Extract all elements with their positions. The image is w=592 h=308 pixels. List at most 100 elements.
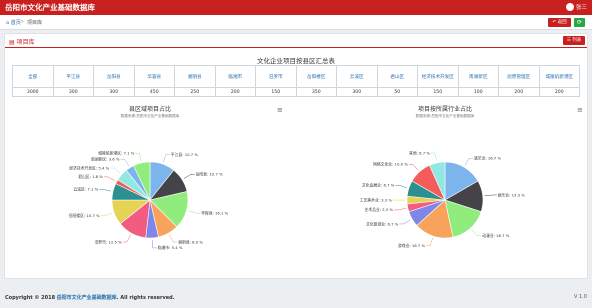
footer: Copyright © 2018 岳阳市文化产业基础数据库. All right…: [5, 294, 175, 301]
stats-value-cell: 250: [174, 87, 216, 97]
stats-value-cell: 200: [538, 87, 580, 97]
stats-value-cell: 300: [93, 87, 135, 97]
stats-header-cell[interactable]: 君山区: [376, 65, 418, 88]
pie-connector: [408, 164, 419, 171]
pie-data-label: 湘阴县: 8.9 %: [178, 239, 203, 244]
county-pie-chart: 县区域项目占比 数据来源:岳阳市文化产业基础数据库 ≡ 平江县: 10.7 % 岳…: [15, 102, 285, 272]
pie-connector: [188, 210, 201, 214]
pie-svg: 演艺业: 16.7 % 娱乐业: 13.3 % 动漫业: 16.7 % 游戏业: 16…: [360, 150, 526, 248]
chart-subtitle: 数据来源:岳阳市文化产业基础数据库: [120, 114, 180, 118]
pie-data-label: 岳阳县: 10.7 %: [196, 172, 224, 177]
pie-data-label: 文化旅游业: 6.7 %: [366, 221, 399, 226]
stats-table: 全部 平江县 岳阳县 华容县 湘阴县 临湘市 汨罗市 岳阳楼区 云溪区 君山区 经济技术开发区 南湖新…: [12, 65, 580, 97]
pie-connector: [394, 208, 406, 211]
project-panel: ▤ 项目库 ☰ 列表 文化企业项目按县区汇总表 全部 平江县 岳阳县 华容县 湘阴县 临湘…: [4, 33, 588, 279]
pie-data-label: 工艺美术业: 3.3 %: [360, 197, 393, 202]
breadcrumb-separator: >: [20, 19, 25, 25]
user-avatar-icon[interactable]: [566, 3, 574, 11]
stats-header-cell[interactable]: 全部: [12, 65, 54, 88]
refresh-button[interactable]: ⟳: [574, 18, 585, 27]
breadcrumb: ⌂ 首页 > 项目库 ↶ 返回 ⟳: [0, 15, 592, 30]
breadcrumb-home-link[interactable]: ⌂ 首页: [6, 19, 21, 26]
footer-link[interactable]: 岳阳市文化产业基础数据库: [57, 295, 117, 301]
version-label: V 1.0: [574, 294, 587, 300]
pie-connector: [183, 174, 195, 179]
chart-title: 县区域项目占比: [128, 106, 171, 113]
pie-connector: [399, 219, 411, 225]
stats-header-cell[interactable]: 屈原管理区: [498, 65, 540, 88]
pie-connector: [426, 237, 433, 246]
pie-connector: [395, 185, 408, 188]
stats-header-cell[interactable]: 南湖新区: [457, 65, 499, 88]
refresh-icon[interactable]: ⟳: [577, 19, 582, 26]
pie-data-label: 动漫业: 16.7 %: [482, 233, 510, 238]
stats-value-cell: 200: [498, 87, 540, 97]
chart-menu-icon[interactable]: ≡: [577, 106, 583, 114]
back-button[interactable]: ↶ 返回: [548, 18, 571, 27]
stats-header-cell[interactable]: 岳阳楼区: [295, 65, 337, 88]
panel-title-text: 项目库: [16, 39, 35, 46]
pie-connector: [122, 234, 131, 243]
pie-data-label: 经济技术开发区: 5.4 %: [69, 165, 109, 170]
pie-connector: [100, 212, 113, 217]
pie-data-label: 岳阳楼区: 10.7 %: [69, 213, 100, 218]
stats-header-cell[interactable]: 汨罗市: [255, 65, 297, 88]
stats-value-cell: 100: [457, 87, 499, 97]
stats-header-cell[interactable]: 湘阴县: [174, 65, 216, 88]
user-name[interactable]: 张三: [576, 3, 587, 11]
stats-header-cell[interactable]: 经济技术开发区: [417, 65, 459, 88]
stats-value-cell: 50: [376, 87, 418, 97]
stats-values-row: 3000 300 300 450 250 200 150 350 300 50 150 100 200 2…: [12, 87, 580, 97]
pie-data-label: 南湖新区: 3.6 %: [91, 157, 120, 162]
pie-connector: [120, 159, 129, 167]
pie-svg: 平江县: 10.7 % 岳阳县: 10.7 % 华容县: 16.1 % 湘阴县: 8.…: [69, 150, 229, 250]
stats-value-cell: 3000: [12, 87, 54, 97]
pie-data-label: 演艺业: 16.7 %: [474, 156, 502, 161]
pie-connector: [464, 158, 474, 166]
pie-data-label: 城陵矶新港区: 7.1 %: [98, 150, 135, 155]
pie-data-label: 君山区: 1.8 %: [78, 174, 103, 179]
panel-title: ▤ 项目库: [9, 39, 35, 46]
pie-data-label: 临湘市: 5.4 %: [158, 245, 183, 250]
app-title: 岳阳市文化产业基础数据库: [5, 3, 95, 12]
chart-menu-icon[interactable]: ≡: [277, 106, 283, 114]
panel-header: ▤ 项目库 ☰ 列表: [5, 34, 587, 48]
footer-prefix: Copyright © 2018: [5, 295, 56, 301]
pie-connector: [471, 229, 482, 236]
stats-value-cell: 150: [255, 87, 297, 97]
pie-data-label: 其他: 6.7 %: [409, 150, 430, 155]
stats-table-title: 文化企业项目按县区汇总表: [257, 57, 335, 65]
pie-data-label: 文化会展业: 6.7 %: [362, 183, 395, 188]
pie-connector: [110, 167, 121, 174]
pie-data-label: 网络文化业: 10.0 %: [373, 162, 408, 167]
stats-header-cell[interactable]: 华容县: [133, 65, 175, 88]
back-button-label[interactable]: 返回: [558, 20, 567, 25]
pie-data-label: 汨罗市: 12.5 %: [95, 239, 123, 244]
stats-value-cell: 150: [417, 87, 459, 97]
breadcrumb-current: 项目库: [27, 20, 43, 26]
stats-header-cell[interactable]: 临湘市: [214, 65, 256, 88]
industry-pie-chart: 项目按所属行业占比 数据来源:岳阳市文化产业基础数据库 ≡ 演艺业: 16.7 …: [305, 102, 585, 272]
pie-connector: [169, 234, 178, 243]
stats-value-cell: 450: [133, 87, 175, 97]
pie-data-label: 华容县: 16.1 %: [201, 211, 229, 216]
stats-header-cell[interactable]: 云溪区: [336, 65, 378, 88]
pie-connector: [152, 239, 157, 249]
pie-connector: [99, 189, 112, 192]
pie-connector: [103, 176, 116, 181]
pie-connector: [430, 152, 437, 161]
stats-value-cell: 300: [52, 87, 94, 97]
list-button[interactable]: ☰ 列表: [563, 36, 585, 45]
pie-connector: [484, 194, 497, 197]
stats-header-cell[interactable]: 城陵矶新港区: [538, 65, 580, 88]
pie-data-label: 平江县: 10.7 %: [171, 152, 199, 157]
stats-value-cell: 300: [336, 87, 378, 97]
footer-suffix: . All rights reserved.: [116, 295, 175, 301]
pie-data-label: 娱乐业: 13.3 %: [498, 192, 526, 197]
pie-connector: [162, 154, 170, 163]
list-button-label[interactable]: 列表: [572, 38, 581, 43]
stats-header-cell[interactable]: 岳阳县: [93, 65, 135, 88]
stats-value-cell: 200: [214, 87, 256, 97]
pie-data-label: 游戏业: 16.7 %: [398, 243, 426, 248]
stats-header-cell[interactable]: 平江县: [52, 65, 94, 88]
